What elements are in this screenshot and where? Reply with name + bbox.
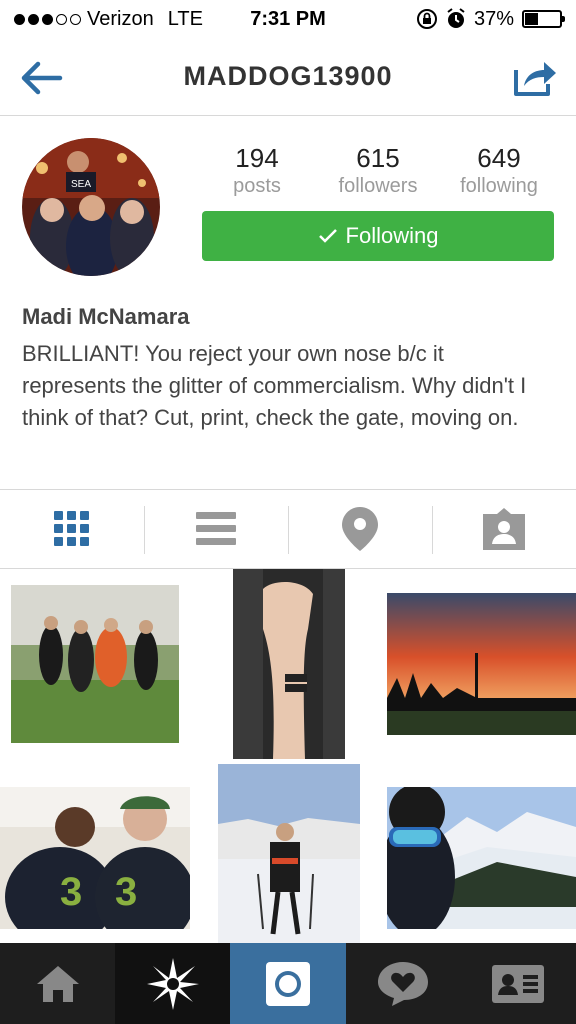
- share-icon[interactable]: [512, 56, 558, 98]
- following-button-label: Following: [345, 223, 439, 248]
- battery-percent: 37%: [473, 7, 514, 30]
- nav-bar: MADDOG13900: [0, 38, 576, 116]
- bottom-tab-profile[interactable]: [461, 943, 576, 1024]
- bottom-tab-home[interactable]: [0, 943, 115, 1024]
- followers-label: followers: [338, 175, 418, 197]
- photo-thumbnail[interactable]: [218, 764, 360, 943]
- orientation-lock-icon: [416, 9, 437, 29]
- bottom-tab-activity[interactable]: [346, 943, 461, 1024]
- page-title: MADDOG13900: [183, 61, 393, 91]
- followers-count: 615: [356, 143, 400, 173]
- status-left: Verizon LTE: [14, 8, 203, 31]
- svg-text:3: 3: [115, 870, 137, 914]
- tab-location-view[interactable]: [288, 490, 432, 568]
- photo-thumbnail[interactable]: [387, 593, 576, 735]
- bottom-tab-camera[interactable]: [230, 943, 346, 1024]
- camera-icon: [266, 961, 310, 1006]
- status-right: 37%: [416, 7, 565, 31]
- photo-thumbnail[interactable]: [387, 787, 576, 929]
- tab-tagged-view[interactable]: [432, 490, 576, 568]
- tab-list-view[interactable]: [144, 490, 288, 568]
- svg-text:SEA: SEA: [71, 179, 91, 190]
- svg-text:3: 3: [60, 870, 82, 914]
- posts-label: posts: [233, 175, 281, 197]
- activity-heart-icon: [378, 961, 429, 1006]
- grid-icon: [54, 511, 89, 546]
- profile-stats: 194 posts 615 followers 649 following: [202, 142, 554, 198]
- profile-name: Madi McNamara: [22, 304, 190, 329]
- photo-thumbnail[interactable]: [11, 585, 179, 743]
- tagged-person-icon: [483, 508, 525, 550]
- explore-star-icon: [146, 957, 199, 1010]
- stat-followers[interactable]: 615 followers: [323, 142, 433, 198]
- alarm-clock-icon: [447, 8, 465, 28]
- stat-following[interactable]: 649 following: [444, 142, 554, 198]
- profile-card-icon: [492, 964, 545, 1003]
- photo-thumbnail[interactable]: 3 3: [0, 787, 190, 929]
- profile-bio: BRILLIANT! You reject your own nose b/c …: [22, 341, 527, 430]
- bottom-tab-explore[interactable]: [115, 943, 231, 1024]
- stat-posts[interactable]: 194 posts: [202, 142, 312, 198]
- signal-strength-icon: [14, 13, 81, 25]
- avatar[interactable]: SEA: [22, 138, 160, 276]
- following-button[interactable]: Following: [202, 211, 554, 261]
- profile-header: SEA 194 posts 615 followers 649 followin…: [0, 116, 576, 490]
- home-icon: [36, 965, 79, 1002]
- status-bar: Verizon LTE 7:31 PM 37%: [0, 0, 576, 38]
- list-icon: [196, 512, 236, 545]
- carrier-name: Verizon: [87, 7, 154, 30]
- following-label: following: [460, 175, 538, 197]
- bottom-tab-bar: [0, 943, 576, 1024]
- checkmark-icon: [318, 229, 337, 243]
- tab-grid-view[interactable]: [0, 490, 144, 568]
- photo-thumbnail[interactable]: [233, 569, 345, 759]
- network-type: LTE: [167, 7, 203, 30]
- back-arrow-icon[interactable]: [18, 58, 64, 98]
- battery-icon: [522, 10, 565, 28]
- photo-grid: 3 3: [0, 569, 576, 943]
- posts-count: 194: [235, 143, 279, 173]
- location-pin-icon: [342, 507, 378, 551]
- following-count: 649: [477, 143, 521, 173]
- profile-view-tabs: [0, 489, 576, 569]
